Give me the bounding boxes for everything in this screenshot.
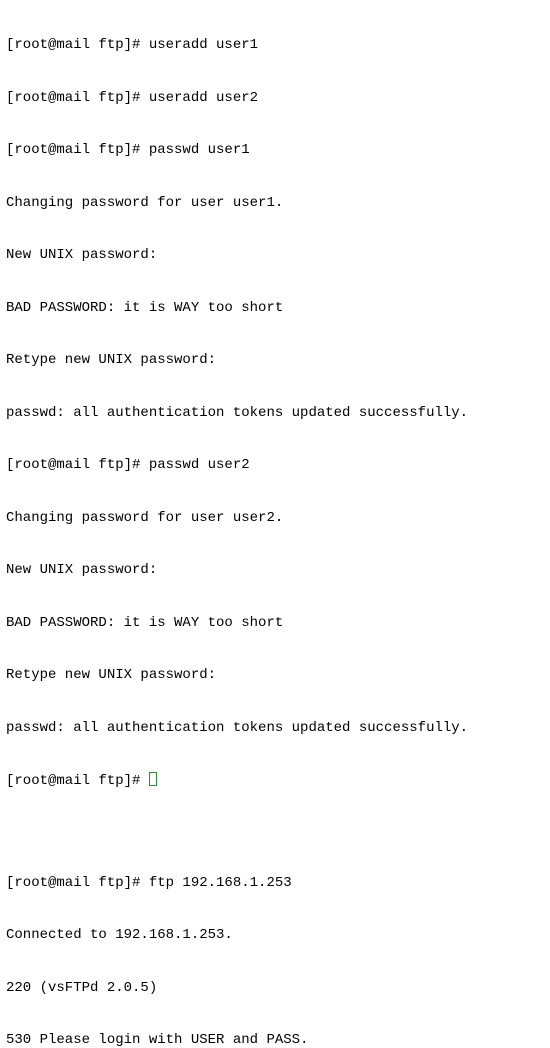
terminal-line: Connected to 192.168.1.253.: [6, 927, 544, 945]
terminal-line: Changing password for user user2.: [6, 510, 544, 528]
terminal-session-1[interactable]: [root@mail ftp]# useradd user1 [root@mai…: [6, 2, 544, 826]
terminal-line: New UNIX password:: [6, 247, 544, 265]
prompt-text: [root@mail ftp]#: [6, 773, 149, 789]
terminal-line: [root@mail ftp]# ftp 192.168.1.253: [6, 875, 544, 893]
terminal-line: BAD PASSWORD: it is WAY too short: [6, 300, 544, 318]
terminal-line: passwd: all authentication tokens update…: [6, 720, 544, 738]
terminal-line: [root@mail ftp]# useradd user1: [6, 37, 544, 55]
terminal-session-2[interactable]: [root@mail ftp]# ftp 192.168.1.253 Conne…: [6, 840, 544, 1048]
cursor-icon: [149, 772, 157, 786]
terminal-line: 530 Please login with USER and PASS.: [6, 1032, 544, 1048]
terminal-line: [root@mail ftp]# useradd user2: [6, 90, 544, 108]
terminal-line: 220 (vsFTPd 2.0.5): [6, 980, 544, 998]
terminal-line: Changing password for user user1.: [6, 195, 544, 213]
terminal-line: [root@mail ftp]# passwd user1: [6, 142, 544, 160]
terminal-line: Retype new UNIX password:: [6, 667, 544, 685]
session-divider: [6, 826, 544, 840]
terminal-window: [root@mail ftp]# useradd user1 [root@mai…: [0, 0, 550, 1048]
terminal-line: Retype new UNIX password:: [6, 352, 544, 370]
terminal-prompt-line[interactable]: [root@mail ftp]#: [6, 772, 544, 791]
terminal-line: passwd: all authentication tokens update…: [6, 405, 544, 423]
terminal-line: [root@mail ftp]# passwd user2: [6, 457, 544, 475]
terminal-line: New UNIX password:: [6, 562, 544, 580]
terminal-line: BAD PASSWORD: it is WAY too short: [6, 615, 544, 633]
